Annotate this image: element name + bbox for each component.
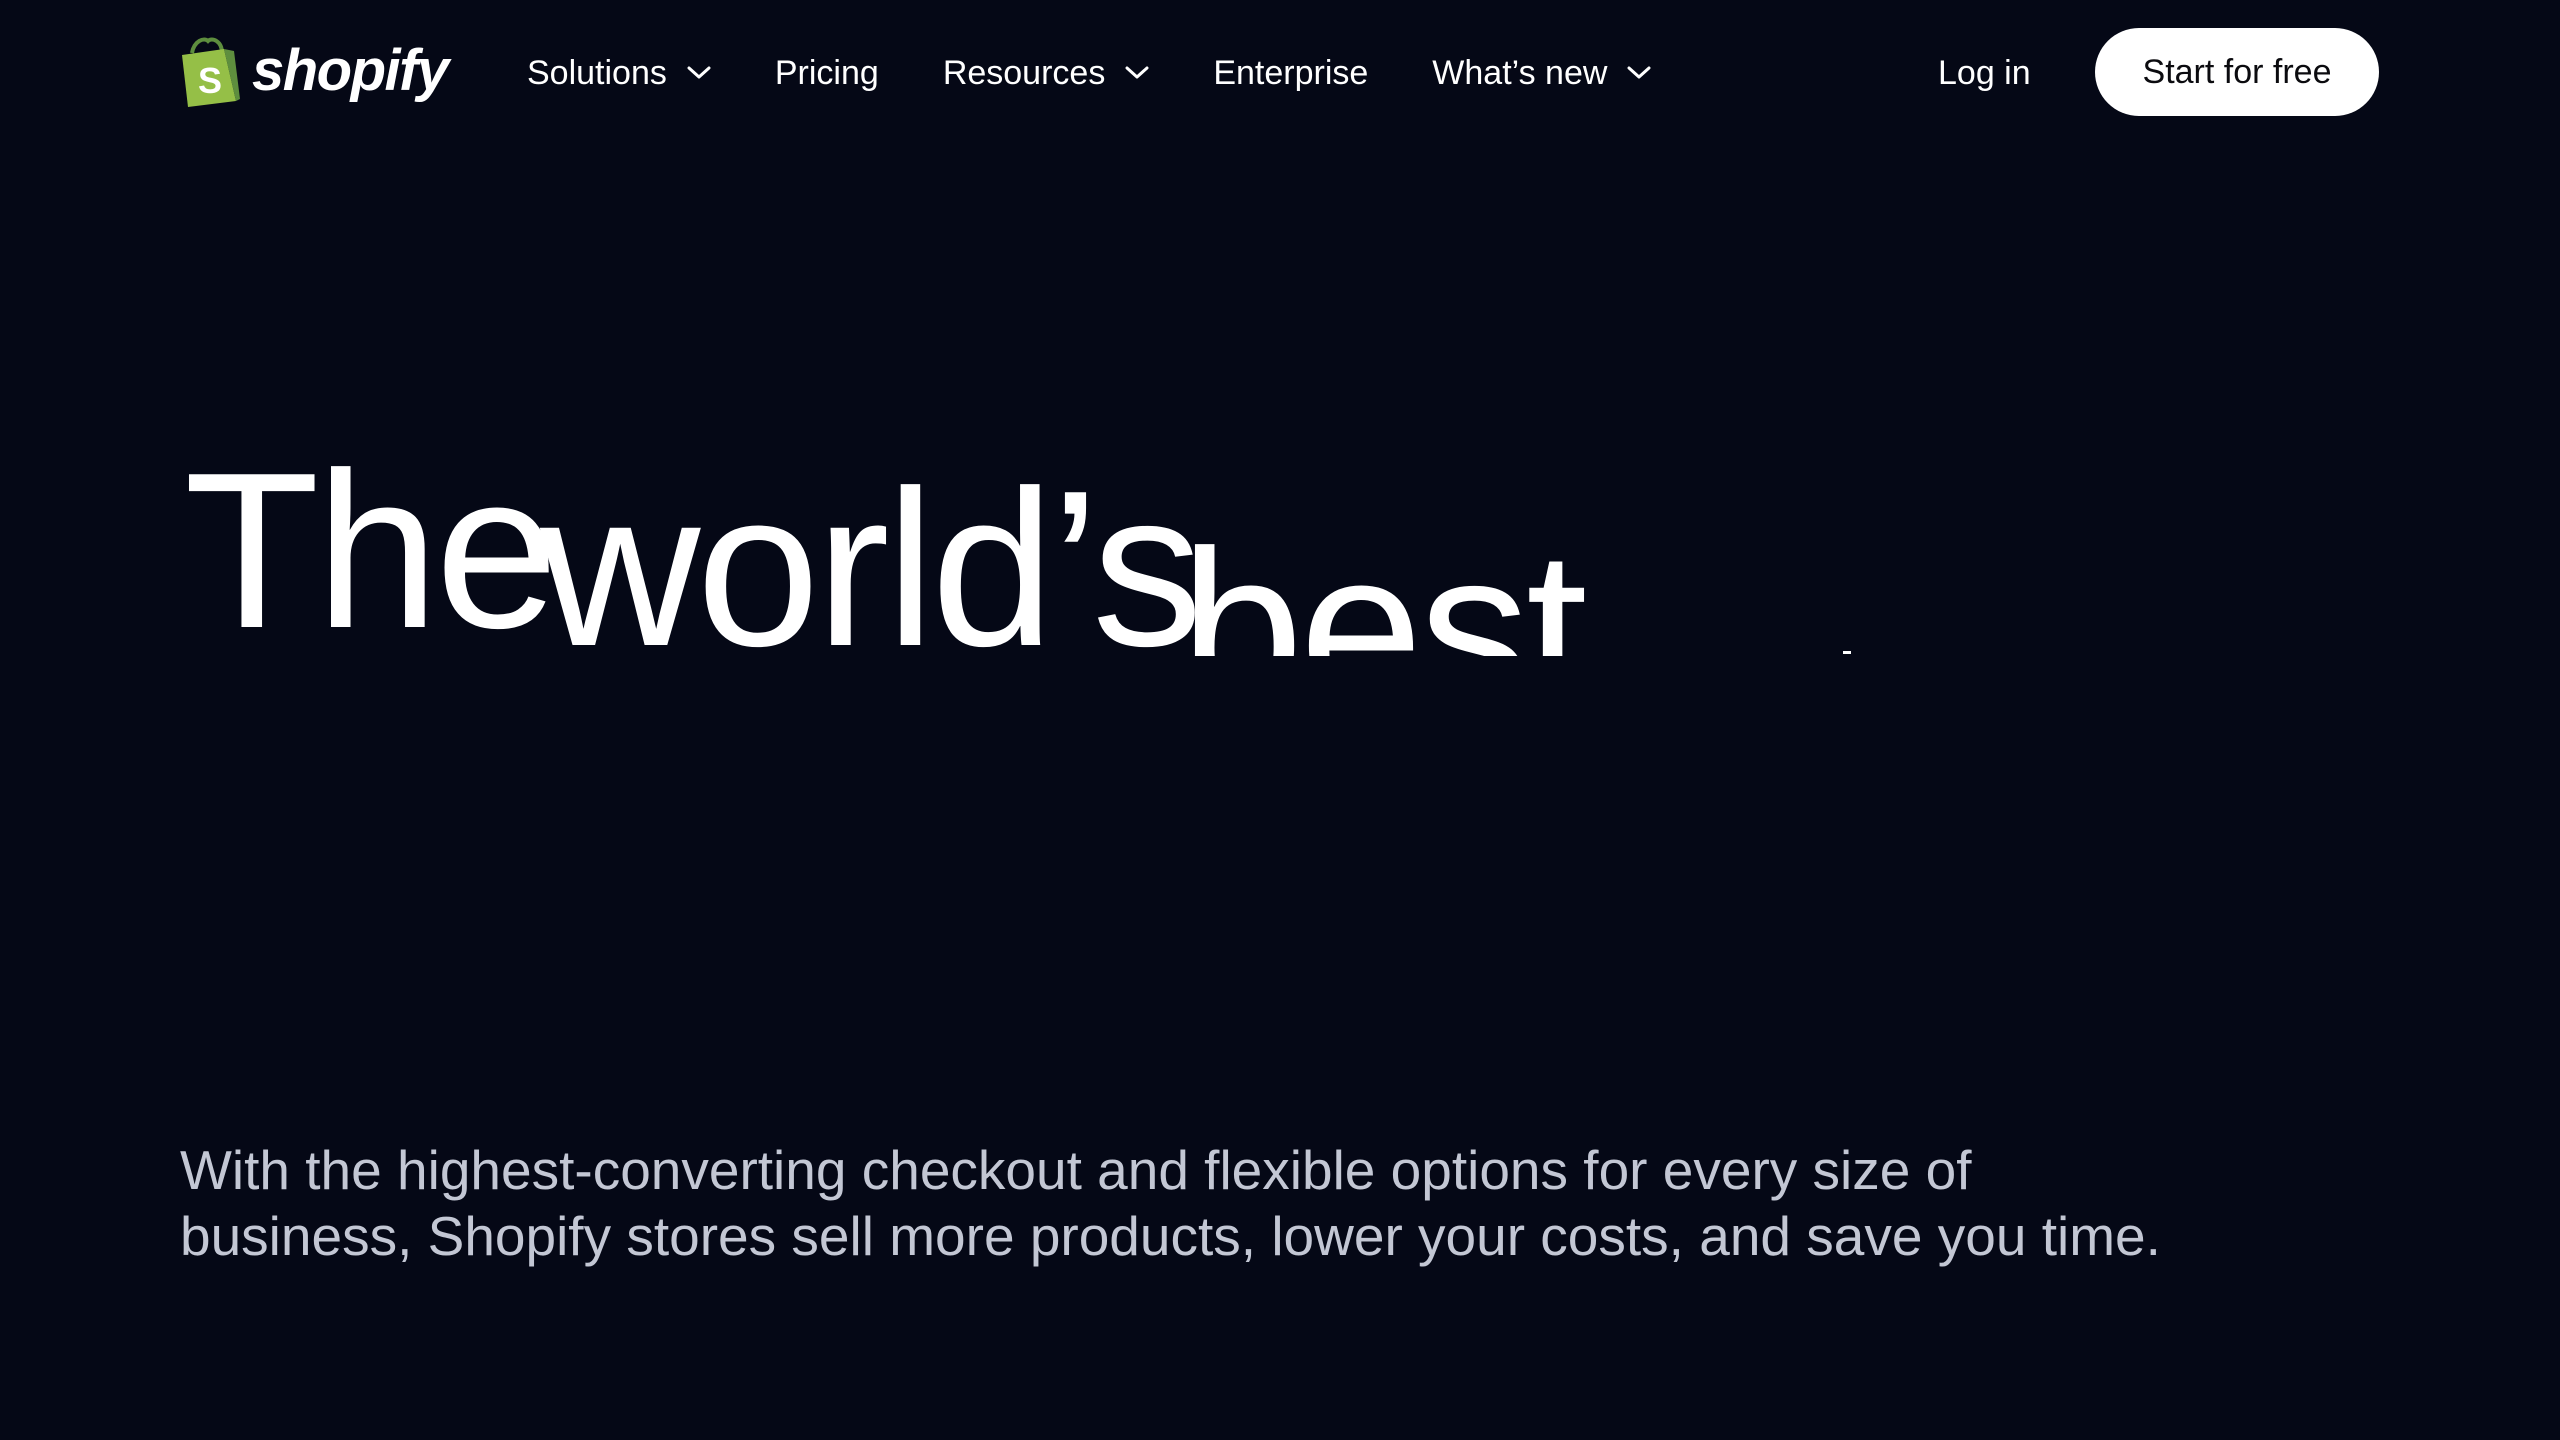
hero-word: best <box>1180 505 1588 656</box>
hero-subcopy: With the highest-converting checkout and… <box>180 1139 2161 1267</box>
site-header: S shopify Solutions Pricing Resources En… <box>0 0 2560 145</box>
start-for-free-button[interactable]: Start for free <box>2095 28 2379 116</box>
chevron-down-icon <box>687 66 711 79</box>
nav-item-label: Pricing <box>774 53 879 92</box>
nav-item-label: Enterprise <box>1213 53 1369 92</box>
nav-item-enterprise[interactable]: Enterprise <box>1213 54 1368 93</box>
chevron-down-icon <box>1627 66 1651 79</box>
hero-word: The <box>184 427 559 656</box>
login-link[interactable]: Log in <box>1938 44 2031 102</box>
chevron-down-icon <box>1125 66 1149 79</box>
nav-item-resources[interactable]: Resources <box>943 54 1150 93</box>
hero-headline: The world’s best <box>170 400 2070 656</box>
nav-item-whats-new[interactable]: What’s new <box>1432 54 1651 93</box>
shopify-bag-icon: S <box>178 35 242 107</box>
nav-item-pricing[interactable]: Pricing <box>775 54 879 93</box>
nav-item-label: What’s new <box>1432 53 1608 92</box>
nav-item-solutions[interactable]: Solutions <box>527 54 711 93</box>
svg-text:S: S <box>198 60 222 101</box>
logo-wordmark: shopify <box>252 38 449 103</box>
hero-word: world’s <box>540 445 1203 656</box>
main-nav: Solutions Pricing Resources Enterprise W… <box>527 44 1715 102</box>
hero-animation-fragment <box>1843 651 1851 654</box>
nav-item-label: Solutions <box>527 53 667 92</box>
shopify-logo[interactable]: S shopify <box>178 34 449 108</box>
nav-item-label: Resources <box>942 53 1106 92</box>
page: S shopify Solutions Pricing Resources En… <box>0 0 2560 1440</box>
